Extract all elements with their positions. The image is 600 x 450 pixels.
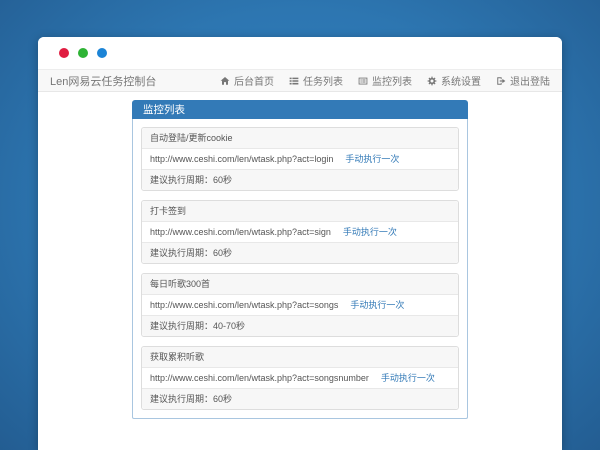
task-cycle: 建议执行周期：60秒 (142, 169, 458, 190)
nav-item-label: 退出登陆 (510, 77, 550, 88)
panel-title: 监控列表 (132, 100, 468, 119)
task-url: http://www.ceshi.com/len/wtask.php?act=s… (150, 373, 369, 383)
task-list: 自动登陆/更新cookie http://www.ceshi.com/len/w… (132, 119, 468, 419)
nav-item-label: 系统设置 (441, 77, 481, 88)
task-url-row: http://www.ceshi.com/len/wtask.php?act=s… (142, 368, 458, 388)
manual-run-link[interactable]: 手动执行一次 (350, 295, 404, 315)
manual-run-link[interactable]: 手动执行一次 (345, 149, 399, 169)
task-cycle: 建议执行周期：40-70秒 (142, 315, 458, 336)
top-navbar: Len网易云任务控制台 后台首页 任务列表 监控列表 系统设置 退出登陆 (38, 69, 562, 92)
task-name: 打卡签到 (142, 201, 458, 222)
task-name: 自动登陆/更新cookie (142, 128, 458, 149)
monitor-panel: 监控列表 自动登陆/更新cookie http://www.ceshi.com/… (132, 100, 468, 419)
task-card: 打卡签到 http://www.ceshi.com/len/wtask.php?… (141, 200, 459, 264)
nav-item-label: 监控列表 (372, 77, 412, 88)
home-icon (220, 76, 230, 85)
nav-item-backend-home[interactable]: 后台首页 (220, 73, 274, 88)
logout-icon (497, 76, 506, 85)
task-url: http://www.ceshi.com/len/wtask.php?act=s… (150, 227, 331, 237)
task-name: 每日听歌300首 (142, 274, 458, 295)
task-url-row: http://www.ceshi.com/len/wtask.php?act=s… (142, 295, 458, 315)
nav-item-task-list[interactable]: 任务列表 (289, 73, 343, 88)
traffic-light-red[interactable] (59, 48, 69, 58)
traffic-light-green[interactable] (78, 48, 88, 58)
nav-item-label: 后台首页 (234, 77, 274, 88)
nav-item-monitor-list[interactable]: 监控列表 (358, 73, 412, 88)
task-url-row: http://www.ceshi.com/len/wtask.php?act=s… (142, 222, 458, 242)
task-card: 获取累积听歌 http://www.ceshi.com/len/wtask.ph… (141, 346, 459, 410)
nav-item-system-settings[interactable]: 系统设置 (427, 73, 481, 88)
task-cycle: 建议执行周期：60秒 (142, 388, 458, 409)
task-list-icon (289, 77, 299, 84)
window-titlebar (38, 37, 562, 69)
traffic-light-blue[interactable] (97, 48, 107, 58)
manual-run-link[interactable]: 手动执行一次 (381, 368, 435, 388)
task-cycle: 建议执行周期：60秒 (142, 242, 458, 263)
task-url: http://www.ceshi.com/len/wtask.php?act=s… (150, 300, 339, 310)
browser-window: Len网易云任务控制台 后台首页 任务列表 监控列表 系统设置 退出登陆 监控列… (38, 37, 562, 450)
task-card: 自动登陆/更新cookie http://www.ceshi.com/len/w… (141, 127, 459, 191)
task-url: http://www.ceshi.com/len/wtask.php?act=l… (150, 154, 334, 164)
page-background: { "window": { "traffic_lights": [ {"name… (0, 0, 600, 450)
nav-menu: 后台首页 任务列表 监控列表 系统设置 退出登陆 (220, 73, 550, 88)
task-card: 每日听歌300首 http://www.ceshi.com/len/wtask.… (141, 273, 459, 337)
settings-gear-icon (427, 76, 437, 85)
app-title: Len网易云任务控制台 (50, 75, 157, 88)
task-name: 获取累积听歌 (142, 347, 458, 368)
task-url-row: http://www.ceshi.com/len/wtask.php?act=l… (142, 149, 458, 169)
main-content: 监控列表 自动登陆/更新cookie http://www.ceshi.com/… (38, 92, 562, 419)
nav-item-label: 任务列表 (303, 77, 343, 88)
monitor-list-icon (358, 77, 368, 84)
nav-item-logout[interactable]: 退出登陆 (496, 73, 550, 88)
manual-run-link[interactable]: 手动执行一次 (343, 222, 397, 242)
